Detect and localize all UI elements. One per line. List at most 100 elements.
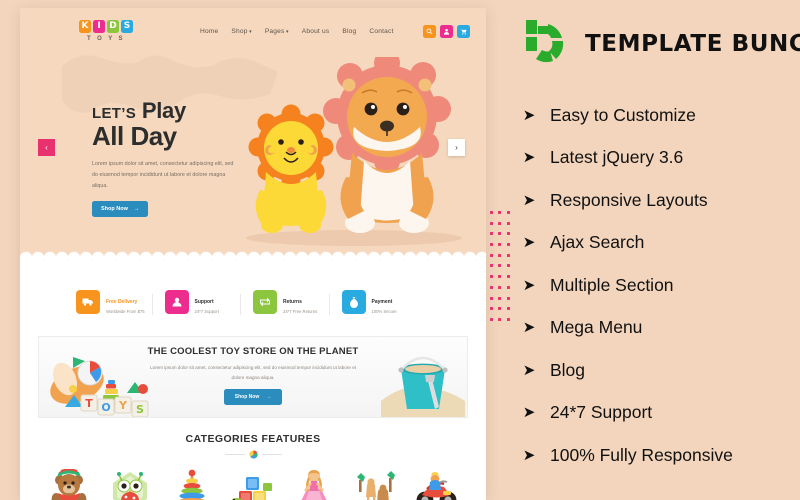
logo-letter-d: D [107, 20, 119, 34]
feature-item: ➤ Latest jQuery 3.6 [522, 137, 800, 180]
logo-letter-k: K [79, 20, 91, 34]
website-preview: K I D S T O Y S Home Shop ▾ Pages ▾ About … [20, 8, 486, 500]
promo-banner: T O Y S THE COOLEST TOY STORE ON THE PLA… [38, 336, 468, 418]
hero-description: Lorem ipsum dolor sit amet, consectetur … [92, 160, 234, 189]
arrow-bullet-icon: ➤ [522, 106, 536, 124]
feature-label: Mega Menu [550, 317, 643, 338]
arrow-right-icon: → [266, 394, 272, 401]
cart-icon[interactable] [457, 24, 470, 38]
category-item[interactable]: Wooden Toys [107, 469, 153, 500]
navbar-actions [423, 24, 470, 38]
arrow-bullet-icon: ➤ [522, 191, 536, 209]
chevron-down-icon: ▾ [286, 28, 289, 35]
arrow-bullet-icon: ➤ [522, 319, 536, 337]
banner-shop-now-button[interactable]: Shop Now → [223, 389, 283, 406]
hero-section: K I D S T O Y S Home Shop ▾ Pages ▾ About … [20, 8, 486, 261]
menu-label: About us [301, 27, 330, 35]
category-item[interactable]: Animal Toys [353, 469, 399, 500]
category-item[interactable]: Bike & Ride on [414, 469, 460, 500]
feature-label: Blog [550, 359, 586, 380]
service-title: Free Delivery [106, 298, 138, 305]
doll-icon [301, 470, 327, 500]
hero-wave-divider [20, 249, 486, 261]
service-subtitle: 100% Secure [371, 309, 397, 315]
beach-ball-icon [248, 450, 258, 459]
menu-item-shop[interactable]: Shop ▾ [231, 28, 251, 35]
categories-divider [20, 450, 486, 459]
feature-label: Responsive Layouts [550, 189, 708, 210]
owl-toy-icon [113, 472, 148, 500]
category-item[interactable]: Soft Toys [46, 468, 92, 500]
hero-copy: LET’S Play All Day Lorem ipsum dolor sit… [92, 98, 272, 218]
feature-item: ➤ 100% Fully Responsive [522, 434, 800, 477]
arrow-bullet-icon: ➤ [522, 404, 536, 422]
hero-button-label: Shop Now [101, 206, 128, 213]
feature-label: Easy to Customize [550, 104, 696, 125]
categories-row: Soft Toys Wooden Toys [20, 468, 486, 500]
feature-item: ➤ Responsive Layouts [522, 179, 800, 222]
menu-item-pages[interactable]: Pages ▾ [265, 28, 289, 35]
feature-label: Latest jQuery 3.6 [550, 147, 684, 168]
stacking-rings-icon [179, 469, 205, 500]
main-menu: Home Shop ▾ Pages ▾ About us Blog Contact [200, 28, 394, 35]
service-payment: Payment 100% Secure [328, 290, 431, 315]
feature-item: ➤ Easy to Customize [522, 94, 800, 137]
site-navbar: K I D S T O Y S Home Shop ▾ Pages ▾ About … [20, 8, 486, 54]
hero-headline-line-1: LET’S Play [92, 98, 272, 123]
category-item[interactable]: Doll & Dollhouse [291, 469, 337, 500]
category-item[interactable]: Blocks & Puzzles [230, 469, 276, 500]
ride-on-bike-icon [416, 472, 457, 500]
carousel-prev-button[interactable]: ‹ [38, 139, 55, 156]
brand-name: TEMPLATE BUNCH [585, 31, 800, 57]
menu-item-home[interactable]: Home [200, 28, 218, 35]
user-icon[interactable] [440, 24, 453, 38]
dot-pattern-decoration [487, 207, 513, 325]
logo-letter-i: I [93, 20, 105, 34]
brand-lockup: TEMPLATE BUNCH [522, 18, 800, 70]
chevron-right-icon: › [455, 143, 458, 152]
menu-item-blog[interactable]: Blog [342, 28, 356, 35]
category-item[interactable]: Baby Toys [169, 469, 215, 500]
arrow-bullet-icon: ➤ [522, 149, 536, 167]
feature-item: ➤ Multiple Section [522, 264, 800, 307]
arrow-bullet-icon: ➤ [522, 276, 536, 294]
banner-button-label: Shop Now [234, 394, 260, 401]
chevron-left-icon: ‹ [45, 143, 48, 152]
service-title: Returns [283, 298, 302, 305]
service-subtitle: Worldwide From $75 [106, 309, 145, 315]
service-features-strip: Free Delivery Worldwide From $75 Support… [20, 278, 486, 326]
arrow-bullet-icon: ➤ [522, 446, 536, 464]
money-bag-icon [341, 290, 366, 314]
menu-item-about-us[interactable]: About us [302, 28, 330, 35]
feature-item: ➤ Mega Menu [522, 307, 800, 350]
menu-label: Contact [369, 27, 394, 35]
menu-label: Home [200, 27, 219, 35]
feature-list: ➤ Easy to Customize ➤ Latest jQuery 3.6 … [522, 94, 800, 477]
feature-label: Ajax Search [550, 232, 645, 253]
service-title: Support [194, 298, 214, 305]
arrow-bullet-icon: ➤ [522, 234, 536, 252]
hero-headline-line-2: All Day [92, 121, 177, 152]
kids-toys-logo[interactable]: K I D S T O Y S [76, 20, 136, 42]
service-subtitle: 24*7 Free Returns [283, 309, 318, 315]
feature-item: ➤ 24*7 Support [522, 392, 800, 435]
categories-section: CATEGORIES FEATURES [20, 433, 486, 500]
menu-item-contact[interactable]: Contact [369, 28, 393, 35]
feature-label: 24*7 Support [550, 402, 653, 423]
service-subtitle: 24*7 Support [194, 309, 219, 315]
hero-play-text: Play [141, 98, 186, 123]
logo-letter-s: S [121, 20, 133, 34]
return-icon [253, 290, 277, 314]
chevron-down-icon: ▾ [249, 28, 252, 35]
search-icon[interactable] [423, 24, 436, 38]
truck-icon [76, 290, 100, 314]
feature-item: ➤ Ajax Search [522, 222, 800, 265]
feature-item: ➤ Blog [522, 349, 800, 392]
carousel-next-button[interactable]: › [448, 139, 465, 156]
animal-toys-icon [356, 471, 395, 500]
arrow-bullet-icon: ➤ [522, 361, 536, 379]
service-title: Payment [371, 298, 393, 305]
hero-shop-now-button[interactable]: Shop Now → [92, 201, 149, 218]
arrow-right-icon: → [133, 206, 140, 213]
menu-label: Pages [264, 27, 285, 35]
